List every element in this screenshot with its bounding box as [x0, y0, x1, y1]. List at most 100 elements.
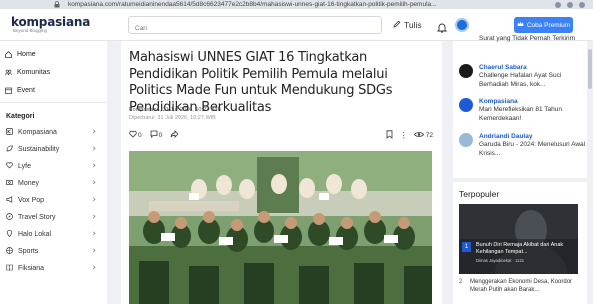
notification-author: Chaerul Sabara: [479, 64, 527, 71]
site-logo[interactable]: kompasiana Beyond Blogging: [11, 15, 90, 33]
chevron-right-icon: ›: [92, 178, 96, 188]
brand-name: kompasiana: [11, 15, 91, 29]
search-box[interactable]: [128, 16, 382, 37]
category-kompasiana[interactable]: Kompasiana ›: [0, 124, 107, 141]
bell-icon[interactable]: [436, 20, 448, 33]
event-icon: [5, 87, 12, 94]
more-options-icon[interactable]: ⋮: [400, 131, 408, 140]
sports-icon: [6, 247, 13, 256]
popular-heading: Terpopuler: [459, 189, 500, 199]
write-label: Tulis: [404, 20, 422, 30]
category-fiksiana[interactable]: Fiksiana ›: [0, 260, 107, 277]
home-icon: [5, 50, 12, 58]
extension-icon[interactable]: [555, 1, 561, 8]
write-button[interactable]: Tulis: [393, 20, 422, 30]
notification-text: Surat yang Tidak Pernah Terkirim: [479, 35, 575, 42]
notification-text: Garuda Biru - 2024: Menelusuri Awal Kris…: [479, 141, 586, 157]
extension-icon[interactable]: [579, 1, 585, 8]
popular-item-thumbnail[interactable]: 1 Bunuh Diri Remaja Akibat dari Anak Keh…: [459, 204, 578, 274]
scrollbar-thumb[interactable]: [588, 49, 592, 89]
travel-icon: [6, 213, 13, 222]
chevron-right-icon: ›: [92, 229, 96, 239]
popular-section: Terpopuler 1 Bunuh Diri Remaja Akibat da…: [453, 182, 587, 304]
chevron-right-icon: ›: [92, 212, 96, 222]
category-label: Kompasiana: [18, 129, 57, 136]
avatar: [459, 64, 473, 78]
view-counter: 72: [413, 131, 433, 140]
category-label: Travel Story: [18, 214, 56, 221]
category-label: Money: [18, 180, 40, 187]
lock-icon: [54, 0, 62, 9]
chevron-right-icon: ›: [92, 263, 96, 273]
category-label: Sports: [18, 248, 39, 255]
category-money[interactable]: Money ›: [0, 175, 107, 192]
article-card: Mahasiswi UNNES GIAT 16 Tingkatkan Pendi…: [121, 41, 442, 304]
extension-icon[interactable]: [567, 1, 573, 8]
category-label: Sustainability: [18, 146, 60, 153]
browser-extensions: [533, 0, 593, 9]
notification-feed: Surat yang Tidak Pernah Terkirim Chaerul…: [453, 35, 587, 178]
notification-author: Andriandi Daulay: [479, 133, 533, 140]
nav-home[interactable]: Home: [0, 45, 107, 63]
article-published: Kompasiana, 31 Juli 2026, 10:27 WIB: [129, 107, 222, 113]
list-item[interactable]: Kompasiana Mari Merefleksikan 81 Tahun K…: [459, 98, 583, 126]
page-scrollbar[interactable]: [587, 41, 593, 304]
like-count: 0: [138, 131, 142, 139]
article-meta-actions: ⋮ 72: [386, 130, 433, 141]
community-icon: [5, 69, 12, 76]
share-button[interactable]: [170, 130, 179, 140]
article-updated: Diperbarui: 31 Juli 2026, 10:27 WIB: [129, 115, 216, 121]
view-count: 72: [425, 132, 433, 139]
nav-event[interactable]: Event: [0, 81, 107, 99]
comment-button[interactable]: 0: [150, 130, 162, 140]
category-label: Vox Pop: [18, 197, 45, 204]
category-vox-pop[interactable]: Vox Pop ›: [0, 192, 107, 209]
nav-event-label: Event: [17, 86, 35, 94]
popular-item-title[interactable]: Bunuh Diri Remaja Akibat dari Anak Kehil…: [476, 242, 576, 256]
search-input[interactable]: [129, 20, 381, 37]
chevron-right-icon: ›: [92, 161, 96, 171]
kategori-heading: Kategori: [6, 113, 35, 120]
location-icon: [6, 229, 13, 239]
nav-komunitas[interactable]: Komunitas: [0, 63, 107, 81]
comment-icon: [150, 130, 158, 140]
category-travel-story[interactable]: Travel Story ›: [0, 209, 107, 226]
article-photo[interactable]: [129, 151, 432, 304]
category-lyfe[interactable]: Lyfe ›: [0, 158, 107, 175]
notification-text: Mari Merefleksikan 81 Tahun Kemerdekaan!: [479, 106, 562, 122]
rank-badge: 1: [462, 242, 471, 252]
share-icon: [170, 130, 179, 140]
premium-label: Coba Premium: [526, 21, 571, 29]
user-avatar[interactable]: [455, 18, 469, 32]
list-item[interactable]: Chaerul Sabara Challenge Hafalan Ayat Su…: [459, 64, 583, 92]
pencil-icon: [393, 20, 401, 30]
megaphone-icon: [6, 196, 13, 205]
avatar: [459, 133, 473, 147]
nav-komunitas-label: Komunitas: [17, 68, 51, 76]
category-sports[interactable]: Sports ›: [0, 243, 107, 260]
list-item[interactable]: Surat yang Tidak Pernah Terkirim: [459, 35, 583, 61]
chevron-right-icon: ›: [92, 144, 96, 154]
avatar: [459, 98, 473, 112]
category-halo-lokal[interactable]: Halo Lokal ›: [0, 226, 107, 243]
book-icon: [6, 264, 13, 273]
article-actions: 0 0: [129, 130, 179, 140]
bookmark-icon[interactable]: [386, 130, 393, 141]
popular-item-title[interactable]: Menggerakan Ekonomi Desa, Koordor Merah …: [470, 278, 580, 294]
browser-address-bar[interactable]: kompasiana.com/ratumeidianinendaa5614/5d…: [0, 0, 593, 9]
like-button[interactable]: 0: [129, 130, 142, 140]
notification-author: Kompasiana: [479, 98, 518, 105]
leaf-icon: [6, 145, 13, 154]
chevron-right-icon: ›: [92, 195, 96, 205]
url-text[interactable]: kompasiana.com/ratumeidianinendaa5614/5d…: [68, 1, 437, 8]
eye-icon: [413, 131, 424, 140]
crown-icon: [517, 21, 524, 29]
chevron-right-icon: ›: [92, 246, 96, 256]
category-label: Lyfe: [18, 163, 31, 170]
premium-button[interactable]: Coba Premium: [514, 17, 573, 33]
notification-text: Challenge Hafalan Ayat Suci Berhadiah Mi…: [479, 72, 562, 88]
category-sustainability[interactable]: Sustainability ›: [0, 141, 107, 158]
list-item[interactable]: Andriandi Daulay Garuda Biru - 2024: Men…: [459, 133, 585, 163]
right-sidebar: Surat yang Tidak Pernah Terkirim Chaerul…: [453, 35, 593, 304]
heart-icon: [6, 162, 13, 171]
